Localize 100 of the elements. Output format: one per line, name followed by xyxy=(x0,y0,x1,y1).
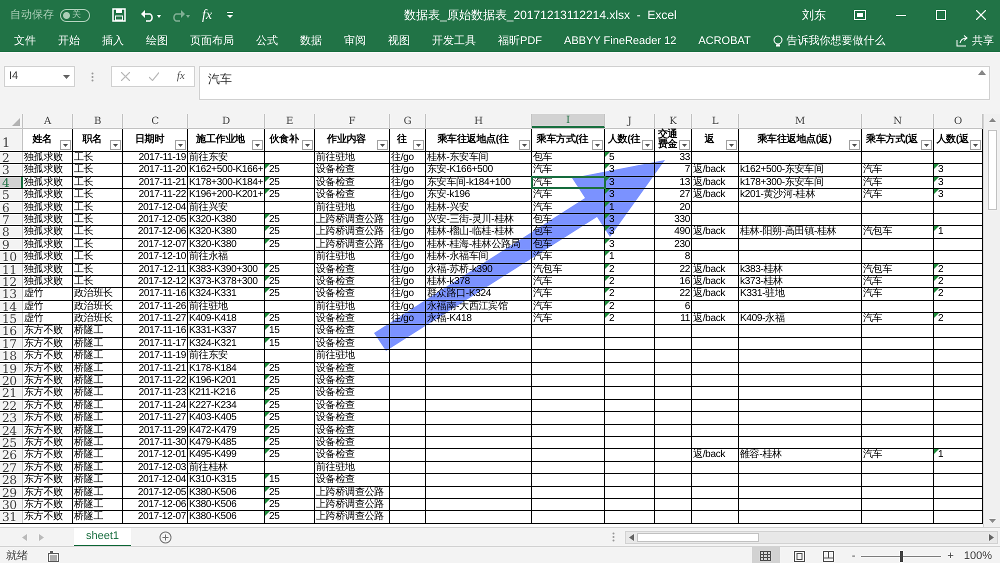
collapse-icon[interactable] xyxy=(978,70,986,75)
caret-icon[interactable] xyxy=(595,144,600,146)
zoom-slider[interactable] xyxy=(900,550,903,562)
zoom-in-button[interactable]: + xyxy=(947,548,954,563)
row-header[interactable]: 12 xyxy=(0,276,23,288)
row-header[interactable]: 26 xyxy=(0,449,23,461)
ribbon-tab[interactable]: 页面布局 xyxy=(190,32,234,50)
caret-icon[interactable] xyxy=(973,144,978,146)
name-box[interactable]: I4 xyxy=(4,66,75,87)
caret-icon[interactable] xyxy=(63,74,70,78)
row-header[interactable]: 5 xyxy=(0,189,23,201)
grid-icon[interactable] xyxy=(760,551,772,561)
column-header[interactable]: B xyxy=(73,114,123,128)
column-header[interactable]: G xyxy=(390,114,426,128)
column-header[interactable]: M xyxy=(739,114,862,128)
row-header[interactable]: 1 xyxy=(0,129,23,151)
caret-icon[interactable] xyxy=(522,144,527,146)
insert-function-button[interactable]: fx xyxy=(176,68,185,85)
ribbon-tab[interactable]: ABBYY FineReader 12 xyxy=(564,32,676,50)
ribbon-tab[interactable]: 视图 xyxy=(388,32,410,50)
page-layout-icon[interactable] xyxy=(794,550,805,562)
caret-icon[interactable] xyxy=(924,144,929,146)
row-header[interactable]: 21 xyxy=(0,387,23,399)
filter-button[interactable] xyxy=(849,140,860,150)
row-header[interactable]: 19 xyxy=(0,362,23,374)
ribbon-tab[interactable]: 插入 xyxy=(102,32,124,50)
ribbon-tab[interactable]: 开发工具 xyxy=(432,32,476,50)
close-icon[interactable] xyxy=(976,10,986,20)
column-header[interactable]: E xyxy=(265,114,315,128)
filter-button[interactable] xyxy=(679,140,690,150)
function-button[interactable]: fx xyxy=(202,4,212,26)
filter-button[interactable] xyxy=(302,140,313,150)
tell-me-field[interactable]: 告诉我你想要做什么 xyxy=(786,32,886,50)
row-header[interactable]: 25 xyxy=(0,436,23,448)
customize-toolbar-icon[interactable] xyxy=(226,11,234,19)
filter-button[interactable] xyxy=(921,140,932,150)
share-button[interactable]: 共享 xyxy=(972,32,994,50)
caret-icon[interactable] xyxy=(852,144,857,146)
column-header[interactable]: N xyxy=(862,114,934,128)
add-sheet-icon[interactable] xyxy=(159,530,172,544)
splitter-icon[interactable] xyxy=(612,532,616,542)
ribbon-display-icon[interactable] xyxy=(854,10,866,20)
column-header[interactable]: A xyxy=(23,114,73,128)
caret-icon[interactable] xyxy=(682,144,687,146)
column-header[interactable]: K xyxy=(655,114,692,128)
ribbon-tab[interactable]: 文件 xyxy=(14,32,36,50)
ribbon-tab[interactable]: 公式 xyxy=(256,32,278,50)
undo-icon[interactable] xyxy=(140,8,162,22)
filter-button[interactable] xyxy=(970,140,981,150)
filter-button[interactable] xyxy=(377,140,388,150)
row-header[interactable]: 10 xyxy=(0,251,23,263)
row-header[interactable]: 31 xyxy=(0,511,23,523)
scrollbar-thumb[interactable] xyxy=(637,532,760,542)
row-header[interactable]: 7 xyxy=(0,214,23,226)
scroll-right-icon[interactable] xyxy=(989,534,994,540)
caret-icon[interactable] xyxy=(63,144,68,146)
filter-button[interactable] xyxy=(413,140,424,150)
caret-icon[interactable] xyxy=(113,144,118,146)
macro-record-icon[interactable] xyxy=(48,550,59,562)
ribbon-tab[interactable]: 开始 xyxy=(58,32,80,50)
row-header[interactable]: 14 xyxy=(0,300,23,312)
caret-icon[interactable] xyxy=(255,144,260,146)
formula-field[interactable]: 汽车 xyxy=(199,66,990,100)
column-header[interactable]: L xyxy=(692,114,739,128)
row-header[interactable]: 3 xyxy=(0,164,23,176)
row-header[interactable]: 8 xyxy=(0,226,23,238)
row-header[interactable]: 2 xyxy=(0,152,23,164)
caret-icon[interactable] xyxy=(729,144,734,146)
row-header[interactable]: 9 xyxy=(0,238,23,250)
save-icon[interactable] xyxy=(112,8,126,22)
caret-icon[interactable] xyxy=(178,144,183,146)
column-header[interactable]: D xyxy=(188,114,265,128)
row-header[interactable]: 30 xyxy=(0,498,23,510)
ribbon-tab[interactable]: 福昕PDF xyxy=(498,32,542,50)
scroll-up-icon[interactable] xyxy=(988,118,996,122)
row-header[interactable]: 17 xyxy=(0,338,23,350)
scrollbar-thumb[interactable] xyxy=(988,130,996,210)
user-name[interactable]: 刘东 xyxy=(802,6,826,24)
row-header[interactable]: 16 xyxy=(0,325,23,337)
row-header[interactable]: 6 xyxy=(0,202,23,213)
row-header[interactable]: 28 xyxy=(0,474,23,486)
row-header[interactable]: 27 xyxy=(0,462,23,474)
row-header[interactable]: 18 xyxy=(0,350,23,362)
row-header[interactable]: 24 xyxy=(0,424,23,436)
sheet-tab[interactable]: sheet1 xyxy=(74,528,132,546)
filter-button[interactable] xyxy=(592,140,603,150)
filter-button[interactable] xyxy=(60,140,71,150)
vertical-scrollbar[interactable] xyxy=(983,114,1000,527)
scroll-left-icon[interactable] xyxy=(629,534,634,540)
row-header[interactable]: 11 xyxy=(0,264,23,275)
ribbon-tab[interactable]: 审阅 xyxy=(344,32,366,50)
filter-button[interactable] xyxy=(726,140,737,150)
row-header[interactable]: 13 xyxy=(0,288,23,300)
ribbon-tab[interactable]: 绘图 xyxy=(146,32,168,50)
row-header[interactable]: 23 xyxy=(0,412,23,424)
row-header[interactable]: 4 xyxy=(0,176,23,188)
row-header[interactable]: 15 xyxy=(0,313,23,324)
filter-button[interactable] xyxy=(175,140,186,150)
lightbulb-icon[interactable] xyxy=(772,35,783,47)
splitter-icon[interactable] xyxy=(91,72,94,82)
